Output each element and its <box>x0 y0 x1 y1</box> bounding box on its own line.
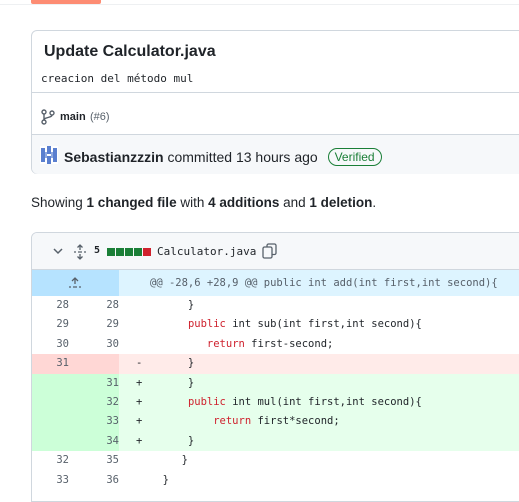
code-text: return first-second; <box>206 337 334 350</box>
code-keyword: return <box>206 337 245 350</box>
avatar[interactable] <box>40 146 58 164</box>
new-line-number[interactable]: 30 <box>72 335 119 354</box>
author-line: Sebastianzzzin committed 13 hours ago Ve… <box>64 148 382 166</box>
diff-marker: + <box>136 415 143 428</box>
copy-icon[interactable] <box>262 243 277 259</box>
summary-prefix: Showing <box>31 195 87 210</box>
old-line-number[interactable] <box>32 393 72 412</box>
author-name[interactable]: Sebastianzzzin <box>64 149 164 165</box>
new-line-number[interactable]: 31 <box>72 374 119 393</box>
diff-stat-block <box>116 248 124 256</box>
git-branch-icon <box>41 109 55 125</box>
code-text: } <box>150 376 195 389</box>
summary-additions: 4 additions <box>208 195 280 210</box>
diff-stat-block <box>134 248 142 256</box>
diff-stat-bar <box>107 248 151 256</box>
diff-marker: + <box>136 395 143 408</box>
new-line-number[interactable]: 35 <box>72 451 119 470</box>
summary-suffix: . <box>372 195 377 210</box>
diff-stat-block <box>125 248 133 256</box>
unfold-icon[interactable] <box>73 244 87 260</box>
hunk-header-text: @@ -28,6 +28,9 @@ public int add(int fir… <box>150 277 498 289</box>
pull-request-link[interactable]: (#6) <box>90 111 110 123</box>
diff-marker: - <box>136 357 143 370</box>
file-diff: 5 Calculator.java @@ -28,6 +28,9 @@ publ… <box>31 232 519 502</box>
new-line-number[interactable] <box>72 354 119 373</box>
code-keyword: public <box>187 318 226 331</box>
file-diff-header: 5 Calculator.java <box>32 233 519 270</box>
new-line-number[interactable]: 33 <box>72 412 119 431</box>
code-text: } <box>150 299 195 311</box>
old-line-number[interactable]: 28 <box>32 296 72 315</box>
diff-marker: + <box>136 376 143 389</box>
diff-line: 28 28 } <box>32 296 519 315</box>
commit-title: Update Calculator.java <box>44 43 216 60</box>
expand-up-icon[interactable] <box>68 276 82 290</box>
commit-author-bar: Sebastianzzzin committed 13 hours ago Ve… <box>32 134 519 174</box>
verified-badge[interactable]: Verified <box>327 148 382 166</box>
summary-with: with <box>176 195 209 210</box>
diff-line: 33 + return first*second; <box>32 412 519 432</box>
code-text: public int mul(int first,int second){ <box>187 395 422 408</box>
code-text: } <box>150 434 195 447</box>
old-line-number[interactable]: 33 <box>32 471 72 490</box>
old-line-number[interactable] <box>32 432 72 451</box>
diff-lines: @@ -28,6 +28,9 @@ public int add(int fir… <box>32 270 519 490</box>
code-text: } <box>150 473 169 486</box>
diff-line: 32 35 } <box>32 451 519 470</box>
code-text: return first*second; <box>213 415 340 428</box>
new-line-number[interactable]: 28 <box>72 296 119 315</box>
old-line-number[interactable]: 29 <box>32 315 72 334</box>
diff-line: 31 + } <box>32 373 519 393</box>
code-keyword: return <box>213 415 252 428</box>
diff-marker: + <box>136 434 143 447</box>
old-line-number[interactable] <box>32 412 72 431</box>
diff-line: 29 29 public int sub(int first,int second… <box>32 315 519 334</box>
old-line-number[interactable]: 30 <box>32 335 72 354</box>
diff-summary: Showing 1 changed file with 4 additions … <box>31 195 376 210</box>
diff-stat-count: 5 <box>94 245 101 256</box>
code-text: } <box>150 357 195 370</box>
new-line-number[interactable]: 34 <box>72 432 119 451</box>
new-line-number[interactable]: 29 <box>72 315 119 334</box>
summary-deletions: 1 deletion <box>309 195 373 210</box>
code-text: public int sub(int first,int second){ <box>187 318 422 331</box>
diff-line: 32 + public int mul(int first,int second)… <box>32 392 519 413</box>
new-line-number[interactable]: 32 <box>72 393 119 412</box>
summary-changed-files[interactable]: 1 changed file <box>87 195 177 210</box>
summary-and: and <box>279 195 310 210</box>
hunk-header-row: @@ -28,6 +28,9 @@ public int add(int fir… <box>32 270 519 296</box>
old-line-number[interactable] <box>32 374 72 393</box>
commit-description: creacion del método mul <box>41 72 194 85</box>
new-line-number[interactable]: 36 <box>72 471 119 490</box>
commit-time: committed 13 hours ago <box>167 149 318 165</box>
old-line-number[interactable]: 32 <box>32 451 72 470</box>
code-text: } <box>150 454 188 467</box>
code-keyword: public <box>187 395 226 408</box>
diff-line: 30 30 return first-second; <box>32 335 519 354</box>
file-name-link[interactable]: Calculator.java <box>157 245 256 258</box>
diff-line: 33 36 } <box>32 471 519 490</box>
diff-line: 34 + } <box>32 431 519 452</box>
commit-branch-bar: main (#6) <box>32 92 519 134</box>
chevron-down-icon[interactable] <box>52 245 64 257</box>
commit-box: Update Calculator.java creacion del méto… <box>31 30 519 174</box>
old-line-number[interactable]: 31 <box>32 354 72 373</box>
diff-stat-block <box>143 248 151 256</box>
branch-link[interactable]: main <box>60 111 86 123</box>
header-divider <box>0 4 519 5</box>
diff-stat-block <box>107 248 115 256</box>
diff-line: 31 - } <box>32 354 519 374</box>
